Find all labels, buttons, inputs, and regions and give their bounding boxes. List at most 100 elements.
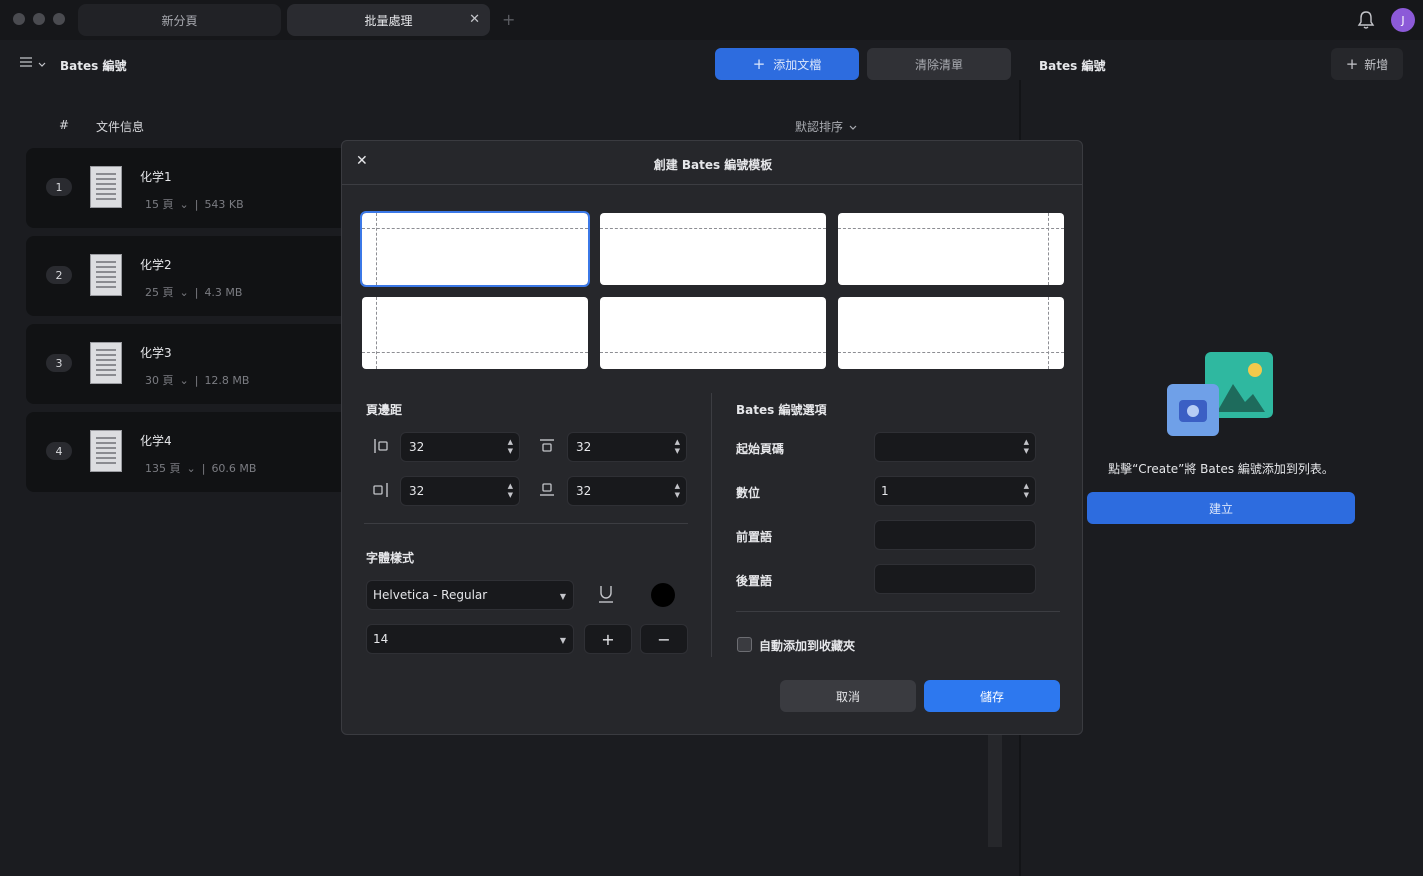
- column-divider: [711, 393, 712, 657]
- page-count-dropdown[interactable]: 135 頁: [145, 460, 181, 476]
- chevron-down-icon: [849, 120, 857, 134]
- stepper-arrows-icon[interactable]: ▲ ▼: [508, 438, 513, 456]
- guide-line: [838, 228, 1064, 229]
- tab-label: 新分頁: [161, 13, 198, 28]
- stepper-arrows-icon[interactable]: ▲ ▼: [675, 482, 680, 500]
- add-document-button[interactable]: + 添加文檔: [715, 48, 859, 80]
- page-count-dropdown[interactable]: 30 頁: [145, 372, 174, 388]
- cancel-button[interactable]: 取消: [780, 680, 916, 712]
- stepper-arrows-icon[interactable]: ▲ ▼: [1024, 438, 1029, 456]
- stepper-arrows-icon[interactable]: ▲ ▼: [675, 438, 680, 456]
- empty-state-text: 點擊“Create”將 Bates 編號添加到列表。: [1108, 462, 1334, 476]
- suffix-input[interactable]: [874, 564, 1036, 594]
- tab-new-page[interactable]: 新分頁: [78, 4, 281, 36]
- document-row[interactable]: 4 化学4 135 頁 ⌄ | 60.6 MB: [26, 412, 356, 492]
- guide-line: [600, 228, 826, 229]
- margin-top-value: 32: [576, 440, 592, 454]
- window-zoom-button[interactable]: [53, 13, 65, 25]
- scrollbar[interactable]: [988, 735, 1002, 847]
- document-row[interactable]: 3 化学3 30 頁 ⌄ | 12.8 MB: [26, 324, 356, 404]
- file-size: 543 KB: [204, 197, 244, 211]
- add-tab-icon[interactable]: +: [502, 10, 515, 29]
- avatar[interactable]: J: [1391, 8, 1415, 32]
- guide-line: [362, 352, 588, 353]
- margin-bottom-value: 32: [576, 484, 592, 498]
- margin-left-stepper[interactable]: 32 ▲ ▼: [400, 432, 520, 462]
- create-label: 建立: [1208, 501, 1233, 516]
- auto-add-checkbox[interactable]: [737, 637, 752, 652]
- document-row[interactable]: 2 化学2 25 頁 ⌄ | 4.3 MB: [26, 236, 356, 316]
- position-template-bottom-center[interactable]: [600, 297, 826, 369]
- new-template-button[interactable]: + 新增: [1331, 48, 1403, 80]
- meta-separator: |: [194, 197, 199, 211]
- increase-font-size-button[interactable]: +: [584, 624, 632, 654]
- start-page-label: 起始頁碼: [736, 442, 785, 456]
- dialog-header: ✕ 創建 Bates 編號模板: [342, 141, 1082, 185]
- dialog-title: 創建 Bates 編號模板: [653, 158, 773, 172]
- stepper-arrows-icon[interactable]: ▲ ▼: [1024, 482, 1029, 500]
- prefix-input[interactable]: [874, 520, 1036, 550]
- close-icon[interactable]: ✕: [469, 12, 480, 27]
- save-button[interactable]: 儲存: [924, 680, 1060, 712]
- margin-bottom-stepper[interactable]: 32 ▲ ▼: [567, 476, 687, 506]
- chevron-down-icon: ⌄: [179, 197, 189, 211]
- document-meta: 15 頁 ⌄ | 543 KB: [145, 196, 244, 212]
- position-template-top-right[interactable]: [838, 213, 1064, 285]
- margin-right-value: 32: [409, 484, 425, 498]
- column-header-file-info: 文件信息: [96, 120, 145, 134]
- font-size-select[interactable]: 14 ▼: [366, 624, 574, 654]
- plus-icon: +: [601, 629, 615, 649]
- start-page-stepper[interactable]: ▲ ▼: [874, 432, 1036, 462]
- document-number: 4: [46, 442, 72, 460]
- meta-separator: |: [194, 373, 199, 387]
- title-bar: 新分頁 批量處理 ✕ + J: [0, 0, 1423, 40]
- menu-toggle[interactable]: [20, 56, 46, 71]
- window-minimize-button[interactable]: [33, 13, 45, 25]
- chevron-down-icon: ⌄: [179, 373, 189, 387]
- margin-top-stepper[interactable]: 32 ▲ ▼: [567, 432, 687, 462]
- guide-line: [1048, 213, 1049, 285]
- position-template-bottom-left[interactable]: [362, 297, 588, 369]
- page-count-dropdown[interactable]: 15 頁: [145, 196, 174, 212]
- clear-list-button[interactable]: 清除清單: [867, 48, 1011, 80]
- right-panel-title: Bates 編號: [1039, 59, 1106, 73]
- caret-down-icon: ▼: [559, 636, 566, 645]
- window-close-button[interactable]: [13, 13, 25, 25]
- guide-line: [376, 297, 377, 369]
- font-family-value: Helvetica - Regular: [373, 588, 488, 602]
- digits-label: 數位: [736, 486, 761, 500]
- bates-template-dialog: ✕ 創建 Bates 編號模板 頁邊距 32 ▲ ▼ 32 ▲ ▼ 32 ▲ ▼…: [341, 140, 1083, 735]
- column-header-number: #: [59, 118, 70, 132]
- position-template-top-left[interactable]: [360, 211, 590, 287]
- stepper-arrows-icon[interactable]: ▲ ▼: [508, 482, 513, 500]
- underline-icon[interactable]: [596, 583, 616, 608]
- guide-line: [362, 228, 588, 229]
- digits-stepper[interactable]: 1 ▲ ▼: [874, 476, 1036, 506]
- sort-dropdown[interactable]: 默認排序: [795, 118, 857, 135]
- guide-line: [838, 352, 1064, 353]
- new-template-label: 新增: [1364, 57, 1389, 72]
- decrease-font-size-button[interactable]: −: [640, 624, 688, 654]
- font-family-select[interactable]: Helvetica - Regular ▼: [366, 580, 574, 610]
- bell-icon[interactable]: [1357, 10, 1375, 33]
- font-size-value: 14: [373, 632, 389, 646]
- margin-right-stepper[interactable]: 32 ▲ ▼: [400, 476, 520, 506]
- section-divider: [736, 611, 1060, 612]
- guide-line: [1048, 297, 1049, 369]
- prefix-label: 前置語: [736, 530, 773, 544]
- file-size: 12.8 MB: [204, 373, 250, 387]
- document-row[interactable]: 1 化学1 15 頁 ⌄ | 543 KB: [26, 148, 356, 228]
- file-size: 4.3 MB: [204, 285, 243, 299]
- position-template-bottom-right[interactable]: [838, 297, 1064, 369]
- margins-label: 頁邊距: [366, 403, 403, 417]
- tab-batch-process[interactable]: 批量處理 ✕: [287, 4, 490, 36]
- font-color-swatch[interactable]: [651, 583, 675, 607]
- meta-separator: |: [194, 285, 199, 299]
- create-button[interactable]: 建立: [1087, 492, 1355, 524]
- bates-options-label: Bates 編號選項: [736, 403, 827, 417]
- save-label: 儲存: [979, 689, 1004, 704]
- document-thumbnail: [90, 342, 122, 384]
- page-count-dropdown[interactable]: 25 頁: [145, 284, 174, 300]
- position-template-top-center[interactable]: [600, 213, 826, 285]
- document-name: 化学2: [140, 258, 172, 272]
